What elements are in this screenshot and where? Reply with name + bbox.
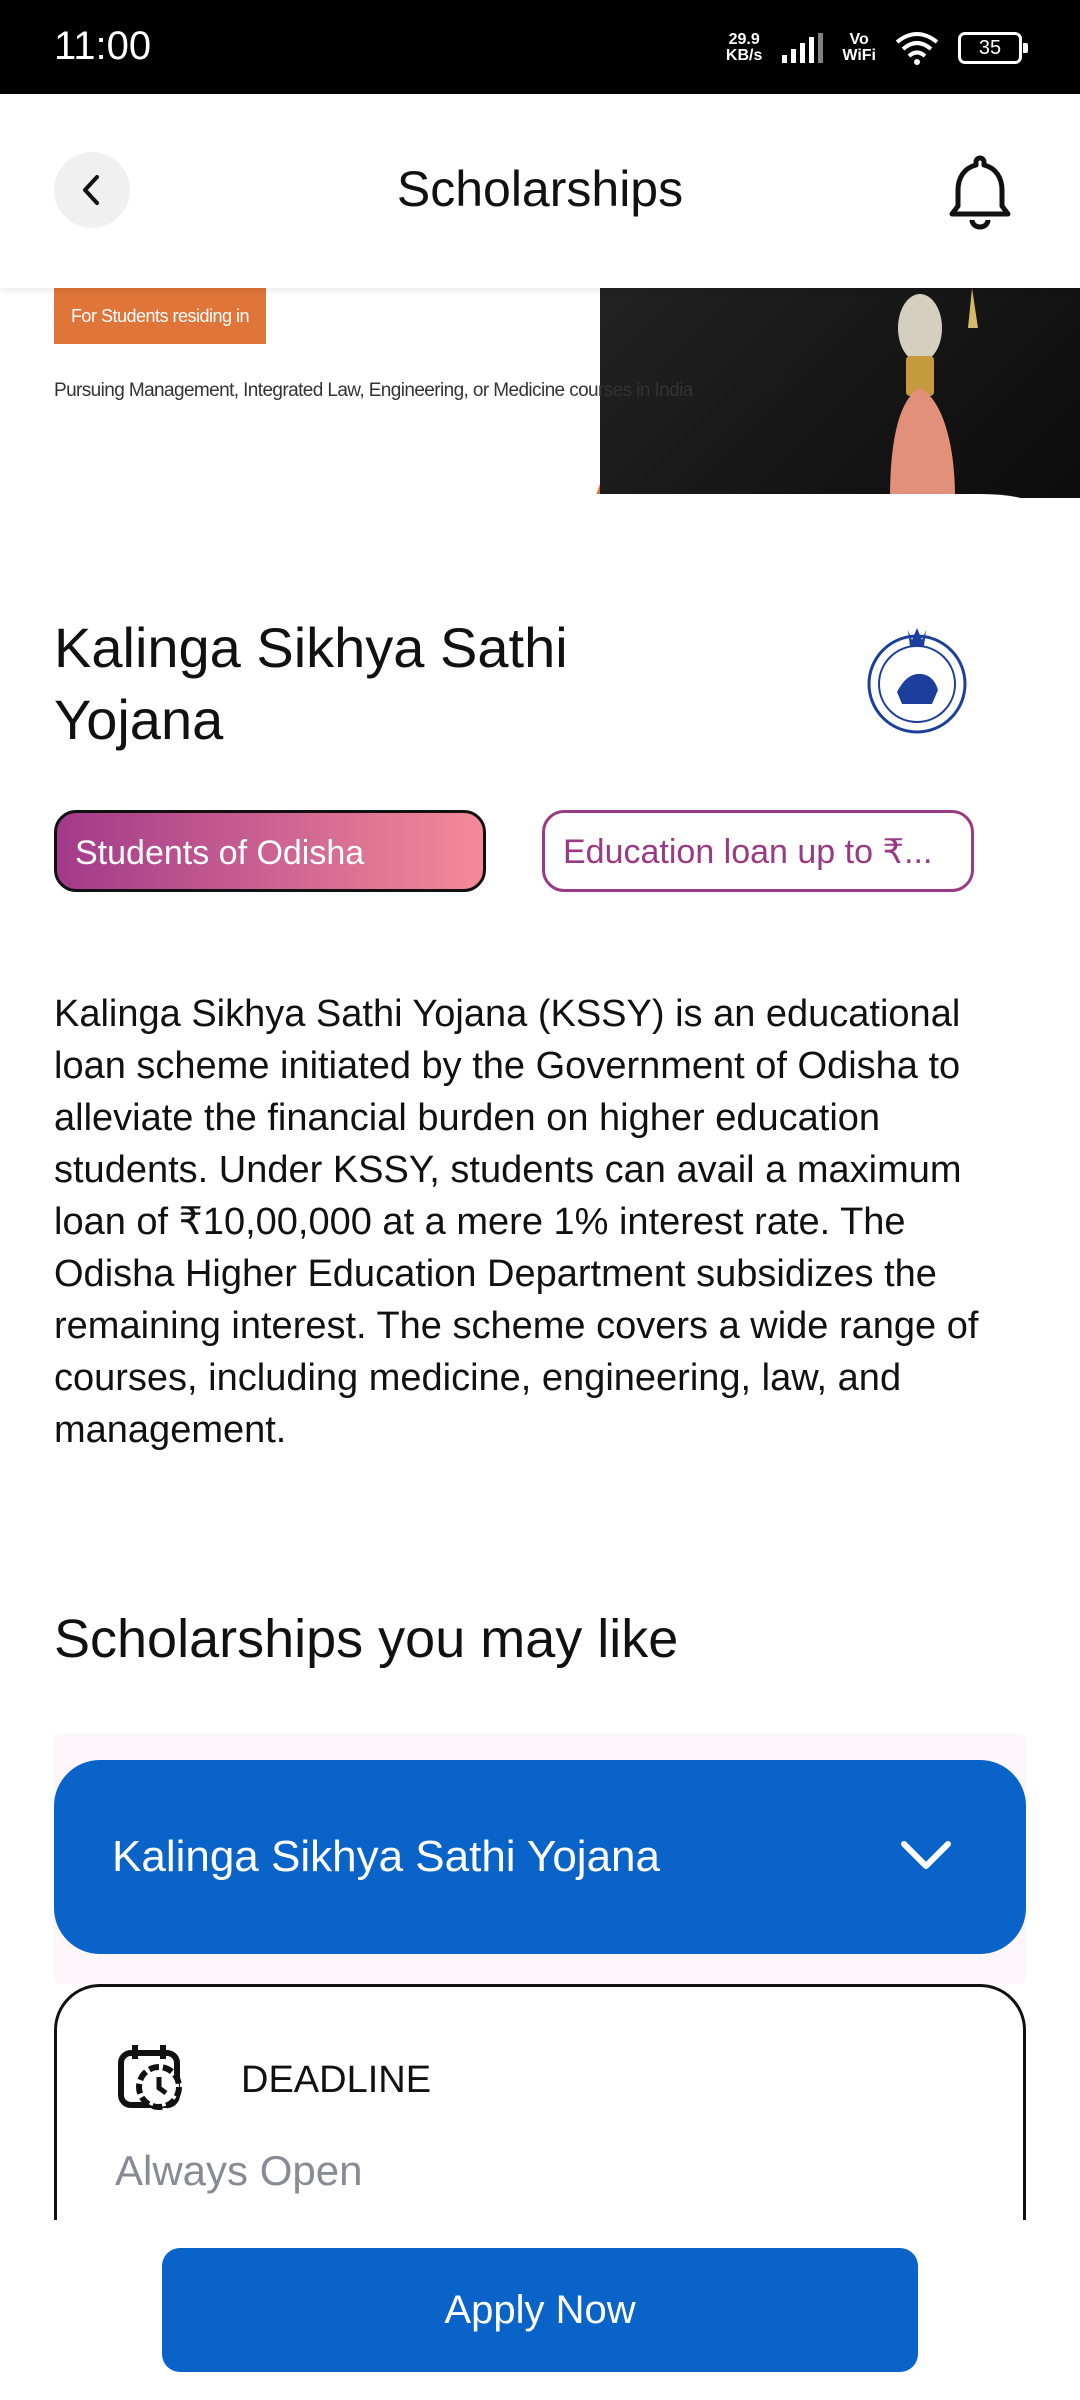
signal-icon [782, 33, 824, 63]
app-header: Scholarships [0, 94, 1080, 288]
page-title: Scholarships [396, 161, 684, 217]
network-speed-value: 29.9 [728, 31, 760, 48]
network-speed-unit: KB/s [725, 47, 763, 64]
scheme-title: Kalinga Sikhya Sathi Yojana [54, 616, 568, 751]
hand-holding-bulb-image [890, 288, 978, 498]
banner-subtitle: Pursuing Management, Integrated Law, Eng… [54, 380, 693, 401]
banner-tag: For Students residing in Odisha [54, 288, 266, 382]
status-bar: 11:00 29.9 KB/s Vo WiFi 35 [0, 0, 1080, 94]
wifi-icon [895, 32, 939, 65]
notification-bell-icon[interactable] [940, 150, 1020, 230]
deadline-label: DEADLINE [241, 2059, 432, 2101]
battery-level: 35 [978, 37, 1002, 59]
benefit-chip[interactable]: Education loan up to ₹... [542, 810, 974, 892]
calendar-clock-icon [118, 2045, 182, 2110]
scheme-description: Kalinga Sikhya Sathi Yojana (KSSY) is an… [54, 993, 979, 1451]
chevron-down-icon[interactable] [898, 1836, 954, 1876]
apply-now-button[interactable]: Apply Now [162, 2248, 918, 2372]
recommendations-title: Scholarships you may like [54, 1609, 679, 1669]
status-time: 11:00 [54, 24, 152, 68]
vowifi-top: Vo [849, 31, 869, 48]
recommendation-title: Kalinga Sikhya Sathi Yojana [112, 1832, 660, 1881]
vowifi-bottom: WiFi [842, 47, 876, 64]
recommendation-accordion[interactable]: Kalinga Sikhya Sathi Yojana [54, 1760, 1026, 1954]
banner-curve [0, 494, 1080, 568]
eligibility-chip[interactable]: Students of Odisha [54, 810, 486, 892]
deadline-value: Always Open [115, 2147, 363, 2194]
network-speed: 29.9 KB/s [726, 32, 762, 64]
odisha-emblem-icon [867, 628, 967, 734]
vowifi-indicator: Vo WiFi [842, 32, 876, 64]
scheme-banner: For Students residing in Odisha Pursuing… [0, 288, 1080, 568]
battery-indicator: 35 [958, 32, 1028, 64]
bottom-action-bar: Apply Now [0, 2220, 1080, 2400]
status-icons: 29.9 KB/s Vo WiFi 35 [726, 26, 1028, 70]
